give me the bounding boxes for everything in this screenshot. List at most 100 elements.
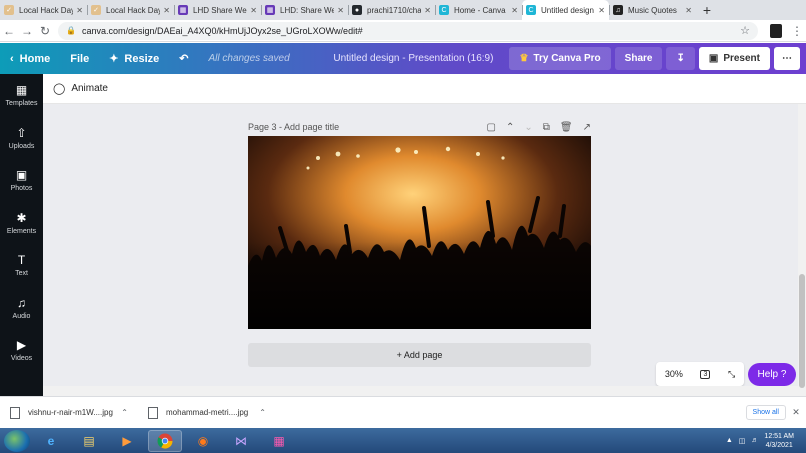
sidebar-item-label: Elements	[6, 227, 37, 235]
browser-menu-icon[interactable]: ⋮	[788, 24, 806, 38]
close-tab-icon[interactable]: ✕	[250, 6, 257, 15]
add-page-after-icon[interactable]: ↗	[583, 122, 591, 133]
editor-toolbar: ‹ Home File ✦ Resize ↶ All changes saved…	[0, 43, 806, 74]
vertical-scrollbar[interactable]	[798, 104, 806, 396]
fullscreen-icon[interactable]: ⤡	[728, 369, 735, 380]
share-button[interactable]: Share	[614, 47, 663, 70]
close-icon[interactable]: ✕	[786, 407, 806, 418]
scrollbar-thumb[interactable]	[799, 274, 805, 388]
file-icon	[10, 406, 20, 419]
media-player-icon[interactable]: ▶	[110, 430, 144, 452]
hack-icon: ✓	[91, 5, 101, 15]
sidebar-item-photos[interactable]: ▣ Photos	[0, 159, 43, 202]
close-tab-icon[interactable]: ✕	[163, 6, 170, 15]
browser-tab[interactable]: ▦ LHD: Share We ✕	[261, 0, 348, 20]
vs-icon[interactable]: ⋈	[224, 430, 258, 452]
folder-icon[interactable]: ▤	[72, 430, 106, 452]
chevron-left-icon: ‹	[10, 52, 14, 65]
sidebar-item-label: Templates	[5, 100, 38, 108]
home-button[interactable]: ‹ Home	[0, 43, 60, 74]
firefox-icon[interactable]: ◉	[186, 430, 220, 452]
tab-title: Untitled design	[541, 5, 594, 15]
network-icon[interactable]: ◫	[739, 437, 746, 445]
close-tab-icon[interactable]: ✕	[424, 6, 431, 15]
tab-title: LHD Share We	[193, 5, 247, 15]
help-button[interactable]: Help ?	[748, 363, 796, 386]
tray-up-icon[interactable]: ▲	[726, 437, 733, 444]
browser-tab[interactable]: ✓ Local Hack Day ✕	[87, 0, 174, 20]
bookmark-star-icon[interactable]: ☆	[740, 24, 750, 37]
chevron-up-icon[interactable]: ⌃	[259, 408, 266, 417]
browser-tab[interactable]: ● prachi1710/cha ✕	[348, 0, 435, 20]
show-all-button[interactable]: Show all	[745, 405, 786, 420]
volume-icon[interactable]: ♬	[751, 437, 758, 444]
delete-icon[interactable]: 🗑	[560, 122, 573, 133]
upload-icon: ⇧	[16, 125, 27, 140]
undo-icon: ↶	[179, 53, 189, 65]
clock[interactable]: 12:51 AM 4/3/2021	[764, 432, 794, 450]
browser-tab[interactable]: ✓ Local Hack Day ✕	[0, 0, 87, 20]
browser-tab[interactable]: C Home - Canva ✕	[435, 0, 522, 20]
download-button[interactable]: ↧	[666, 47, 695, 70]
page-title[interactable]: Page 3 - Add page title	[248, 122, 339, 132]
zoom-level[interactable]: 30%	[665, 369, 683, 379]
undo-button[interactable]: ↶	[169, 43, 198, 74]
sidebar-item-elements[interactable]: ✱ Elements	[0, 202, 43, 245]
downloads-bar: vishnu-r-nair-m1W....jpg ⌃ mohammad-metr…	[0, 396, 806, 428]
start-button[interactable]	[4, 429, 30, 452]
close-tab-icon[interactable]: ✕	[511, 6, 518, 15]
browser-tab[interactable]: ▦ LHD Share We ✕	[174, 0, 261, 20]
notes-icon[interactable]: ▢	[487, 122, 496, 133]
animate-button[interactable]: ◯ Animate	[53, 82, 108, 95]
share-label: Share	[624, 53, 653, 64]
more-dots-icon: ⋯	[782, 53, 792, 64]
url-input[interactable]: 🔒 canva.com/design/DAEai_A4XQ0/kHmUjJOyx…	[58, 21, 758, 40]
download-item[interactable]: mohammad-metri....jpg ⌃	[138, 406, 276, 419]
new-tab-icon[interactable]: +	[696, 0, 718, 20]
document-title[interactable]: Untitled design - Presentation (16:9)	[333, 53, 493, 64]
photos-icon: ▣	[15, 168, 28, 183]
back-icon[interactable]: ←	[0, 24, 18, 38]
ie-icon[interactable]: e	[34, 430, 68, 452]
slide-concert-photo[interactable]	[248, 136, 591, 329]
lock-icon: 🔒	[66, 26, 76, 35]
download-item[interactable]: vishnu-r-nair-m1W....jpg ⌃	[0, 406, 138, 419]
page-grid-button[interactable]: 3	[700, 369, 711, 379]
winrar-icon[interactable]: ▦	[262, 430, 296, 452]
horizontal-scrollbar[interactable]	[43, 386, 798, 396]
form-icon: ▦	[178, 5, 188, 15]
browser-tab[interactable]: ♫ Music Quotes ✕	[609, 0, 696, 20]
close-tab-icon[interactable]: ✕	[598, 6, 605, 15]
animate-icon: ◯	[53, 83, 66, 95]
sidebar-item-uploads[interactable]: ⇧ Uploads	[0, 117, 43, 160]
close-tab-icon[interactable]: ✕	[337, 6, 344, 15]
sidebar-item-audio[interactable]: ♫ Audio	[0, 287, 43, 330]
sidebar-item-templates[interactable]: ▦ Templates	[0, 74, 43, 117]
add-page-button[interactable]: + Add page	[248, 343, 591, 367]
present-button[interactable]: ▣ Present	[698, 47, 770, 70]
clock-time: 12:51 AM	[764, 432, 794, 440]
close-tab-icon[interactable]: ✕	[685, 6, 692, 15]
extension-icon[interactable]	[770, 23, 782, 38]
video-icon: ▶	[16, 338, 27, 353]
present-label: Present	[723, 53, 760, 64]
chevron-up-icon[interactable]: ⌃	[121, 408, 128, 417]
duplicate-icon[interactable]: ⧉	[543, 122, 550, 133]
file-menu-button[interactable]: File	[60, 43, 99, 74]
sidebar-item-text[interactable]: T Text	[0, 244, 43, 287]
tab-title: Home - Canva	[454, 5, 506, 15]
canva-icon: C	[439, 5, 449, 15]
try-pro-button[interactable]: ♛ Try Canva Pro	[509, 47, 611, 70]
move-up-icon[interactable]: ⌃	[506, 122, 514, 133]
close-tab-icon[interactable]: ✕	[76, 6, 83, 15]
sidebar-item-videos[interactable]: ▶ Videos	[0, 329, 43, 372]
reload-icon[interactable]: ↻	[36, 24, 54, 38]
present-icon: ▣	[708, 53, 719, 64]
more-options-button[interactable]: ⋯	[774, 47, 800, 70]
browser-tab[interactable]: C Untitled design ✕	[522, 0, 609, 20]
move-down-icon[interactable]: ⌄	[524, 122, 532, 133]
resize-button[interactable]: ✦ Resize	[99, 43, 169, 74]
windows-taskbar: e ▤ ▶ ◉ ⋈ ▦ ▲ ◫ ♬ 12:51 AM 4/3/2021	[0, 428, 806, 453]
forward-icon[interactable]: →	[18, 24, 36, 38]
chrome-icon[interactable]	[148, 429, 182, 452]
